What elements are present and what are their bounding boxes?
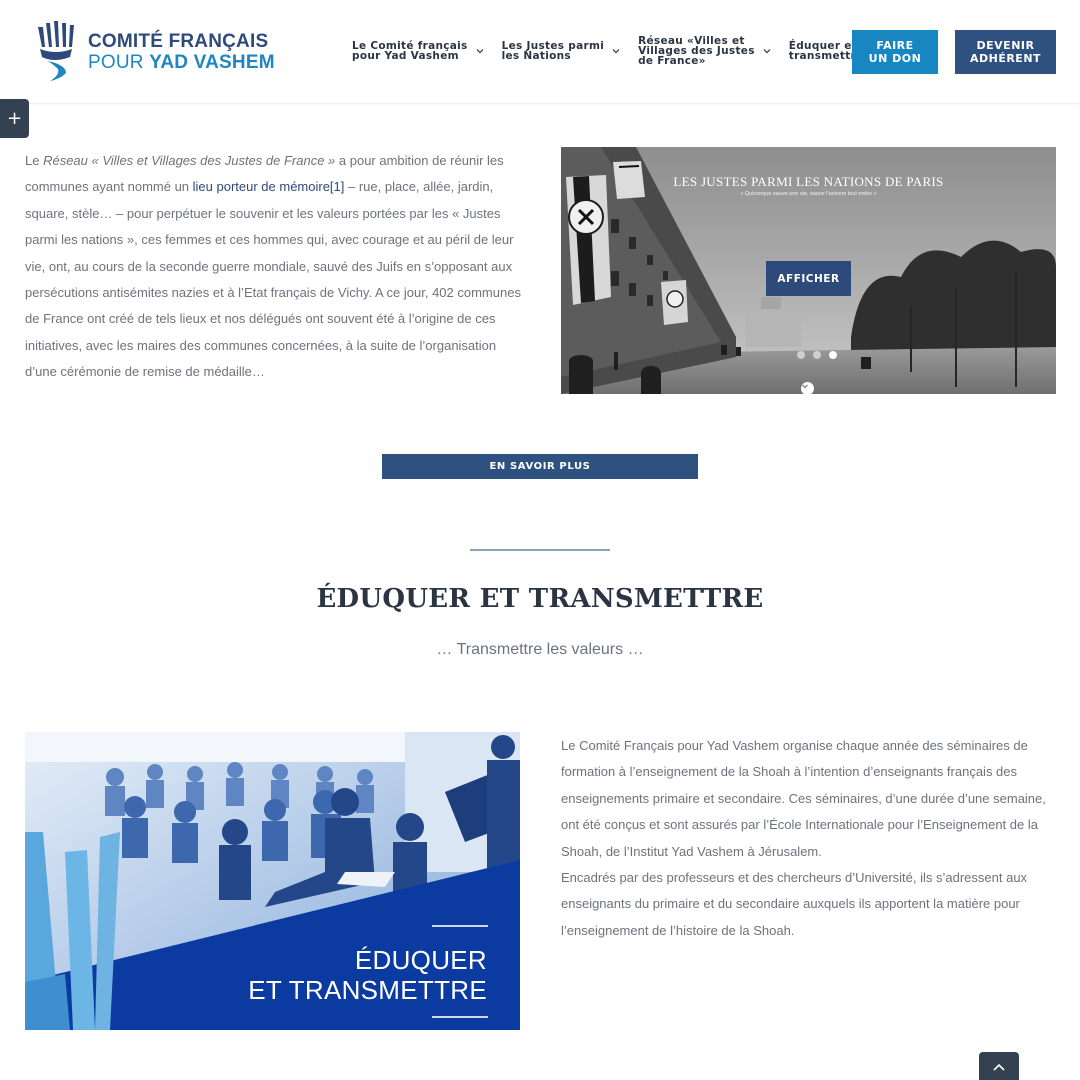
- education-paragraph: Encadrés par des professeurs et des cher…: [561, 870, 1028, 938]
- logo-subtitle: POUR YAD VASHEM: [88, 52, 275, 73]
- become-member-button[interactable]: DEVENIR ADHÉRENT: [955, 30, 1056, 74]
- plus-icon: +: [6, 108, 23, 129]
- slider-dot[interactable]: [813, 351, 821, 359]
- nav-item-justes[interactable]: Les Justes parmi les Nations: [502, 41, 621, 61]
- caption-rule: [432, 1016, 488, 1018]
- logo-title: COMITÉ FRANÇAIS: [88, 31, 269, 52]
- chevron-down-icon: [802, 384, 808, 389]
- hero-slider: LES JUSTES PARMI LES NATIONS DE PARIS « …: [561, 147, 1056, 394]
- chevron-down-icon: [612, 49, 620, 54]
- learn-more-button[interactable]: EN SAVOIR PLUS: [382, 454, 698, 479]
- memory-place-link[interactable]: lieu porteur de mémoire[1]: [193, 179, 345, 194]
- slider-pagination: [797, 351, 845, 359]
- logo-hand-icon: [38, 21, 74, 81]
- slider-dot[interactable]: [797, 351, 805, 359]
- section-title: ÉDUQUER ET TRANSMETTRE: [316, 584, 764, 614]
- image-caption: ÉDUQUER ET TRANSMETTRE: [248, 945, 487, 1005]
- show-slide-button[interactable]: AFFICHER: [766, 261, 851, 296]
- nav-label: Réseau «Villes et Villages des Justes de…: [638, 35, 755, 67]
- slider-dot-active[interactable]: [829, 351, 837, 359]
- chevron-down-icon: [763, 49, 771, 54]
- slide-title: LES JUSTES PARMI LES NATIONS DE PARIS: [673, 174, 944, 189]
- chevron-up-icon: [993, 1063, 1005, 1071]
- section-separator: [470, 549, 610, 551]
- donate-button[interactable]: FAIRE UN DON: [852, 30, 938, 74]
- main-nav: Le Comité français pour Yad Vashem Les J…: [352, 36, 897, 66]
- slide-subtitle: « Quiconque sauve une vie, sauve l'unive…: [740, 191, 877, 197]
- reseau-paragraph: Le Réseau « Villes et Villages des Juste…: [25, 153, 521, 380]
- back-to-top-button[interactable]: [979, 1052, 1019, 1080]
- nav-label: Les Justes parmi les Nations: [501, 40, 605, 62]
- chevron-down-icon: [476, 49, 484, 54]
- education-paragraph: Le Comité Français pour Yad Vashem organ…: [561, 738, 1046, 859]
- nav-label: Le Comité français pour Yad Vashem: [352, 40, 468, 62]
- caption-rule: [432, 925, 488, 927]
- scroll-down-button[interactable]: [801, 382, 814, 394]
- education-image[interactable]: ÉDUQUER ET TRANSMETTRE: [25, 732, 520, 1030]
- site-logo[interactable]: COMITÉ FRANÇAIS POUR YAD VASHEM: [36, 20, 276, 84]
- site-header: COMITÉ FRANÇAIS POUR YAD VASHEM Le Comit…: [0, 0, 1080, 104]
- sliding-bar-toggle[interactable]: +: [0, 99, 29, 138]
- nav-item-reseau[interactable]: Réseau «Villes et Villages des Justes de…: [638, 36, 771, 66]
- section-subtitle: … Transmettre les valeurs …: [436, 641, 644, 658]
- nav-item-comite[interactable]: Le Comité français pour Yad Vashem: [352, 41, 484, 61]
- education-text: Le Comité Français pour Yad Vashem organ…: [561, 733, 1051, 944]
